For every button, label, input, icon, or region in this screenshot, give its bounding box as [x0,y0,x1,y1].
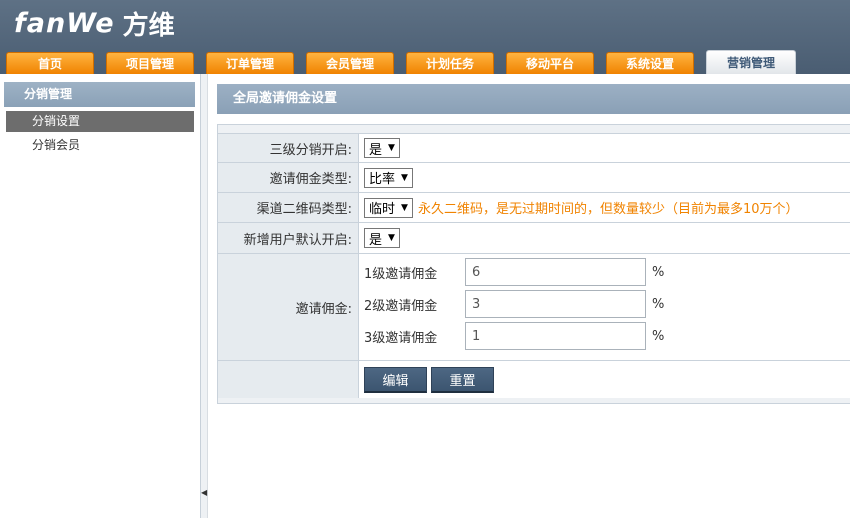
reset-button[interactable]: 重置 [431,366,494,393]
form-row-actions: 编辑 重置 [218,360,850,398]
logo: fanWe 方维 [14,6,175,41]
sidebar: 分销管理 分销设置 分销会员 [0,74,201,518]
new-user-default-select[interactable]: 是 ▼ [364,228,400,248]
top-header: fanWe 方维 首页 项目管理 订单管理 会员管理 计划任务 移动平台 系统设… [0,0,850,74]
caret-down-icon: ▼ [401,172,408,183]
qrcode-type-select[interactable]: 临时 ▼ [364,197,413,218]
logo-cn-text: 方维 [122,10,175,41]
sidebar-header: 分销管理 [4,82,195,107]
commission-level-2-row: 2级邀请佣金 % [364,290,664,318]
qrcode-hint: 永久二维码，是无过期时间的，但数量较少（目前为最多10万个） [417,202,799,217]
caret-down-icon: ▼ [401,202,408,213]
form-label-empty [218,361,359,398]
nav-tab-orders[interactable]: 订单管理 [206,52,294,74]
form-label: 邀请佣金类型: [218,163,359,192]
commission-level-label: 1级邀请佣金 [364,266,438,282]
edit-button[interactable]: 编辑 [364,366,427,393]
form-row-new-user-default: 新增用户默认开启: 是 ▼ [218,222,850,253]
form-row-three-level: 三级分销开启: 是 ▼ [218,133,850,162]
nav-tab-marketing[interactable]: 营销管理 [706,50,796,74]
percent-unit: % [652,264,665,280]
level-3-commission-input[interactable] [465,322,646,350]
commission-level-label: 2级邀请佣金 [364,298,438,314]
main-nav: 首页 项目管理 订单管理 会员管理 计划任务 移动平台 系统设置 营销管理 [6,50,808,74]
commission-type-select[interactable]: 比率 ▼ [364,167,413,188]
nav-tab-projects[interactable]: 项目管理 [106,52,194,74]
form-row-commission-type: 邀请佣金类型: 比率 ▼ [218,162,850,192]
form-row-qrcode-type: 渠道二维码类型: 临时 ▼ 永久二维码，是无过期时间的，但数量较少（目前为最多1… [218,192,850,222]
collapse-left-icon[interactable]: ◀ [201,488,207,498]
commission-level-3-row: 3级邀请佣金 % [364,322,664,350]
commission-level-label: 3级邀请佣金 [364,330,438,346]
level-2-commission-input[interactable] [465,290,646,318]
nav-tab-home[interactable]: 首页 [6,52,94,74]
sidebar-splitter[interactable] [201,74,208,518]
settings-form: 三级分销开启: 是 ▼ 邀请佣金类型: 比率 ▼ 渠道二维码类型: 临时 ▼ 永… [217,124,850,404]
form-label: 新增用户默认开启: [218,223,359,253]
sidebar-item-distribution-settings[interactable]: 分销设置 [6,111,194,132]
percent-unit: % [652,328,665,344]
caret-down-icon: ▼ [388,233,395,243]
percent-unit: % [652,296,665,312]
nav-tab-scheduled-tasks[interactable]: 计划任务 [406,52,494,74]
form-label: 渠道二维码类型: [218,193,359,222]
panel-title: 全局邀请佣金设置 [217,84,850,114]
sidebar-item-distribution-members[interactable]: 分销会员 [6,135,194,156]
level-1-commission-input[interactable] [465,258,646,286]
form-label: 邀请佣金: [218,254,359,360]
nav-tab-system-settings[interactable]: 系统设置 [606,52,694,74]
nav-tab-mobile[interactable]: 移动平台 [506,52,594,74]
logo-text: fanWe [14,7,115,39]
caret-down-icon: ▼ [388,143,395,153]
commission-level-1-row: 1级邀请佣金 % [364,258,664,286]
nav-tab-members[interactable]: 会员管理 [306,52,394,74]
form-label: 三级分销开启: [218,134,359,162]
three-level-enabled-select[interactable]: 是 ▼ [364,138,400,158]
form-row-commission-levels: 邀请佣金: 1级邀请佣金 % 2级邀请佣金 % 3级邀请佣金 % [218,253,850,360]
